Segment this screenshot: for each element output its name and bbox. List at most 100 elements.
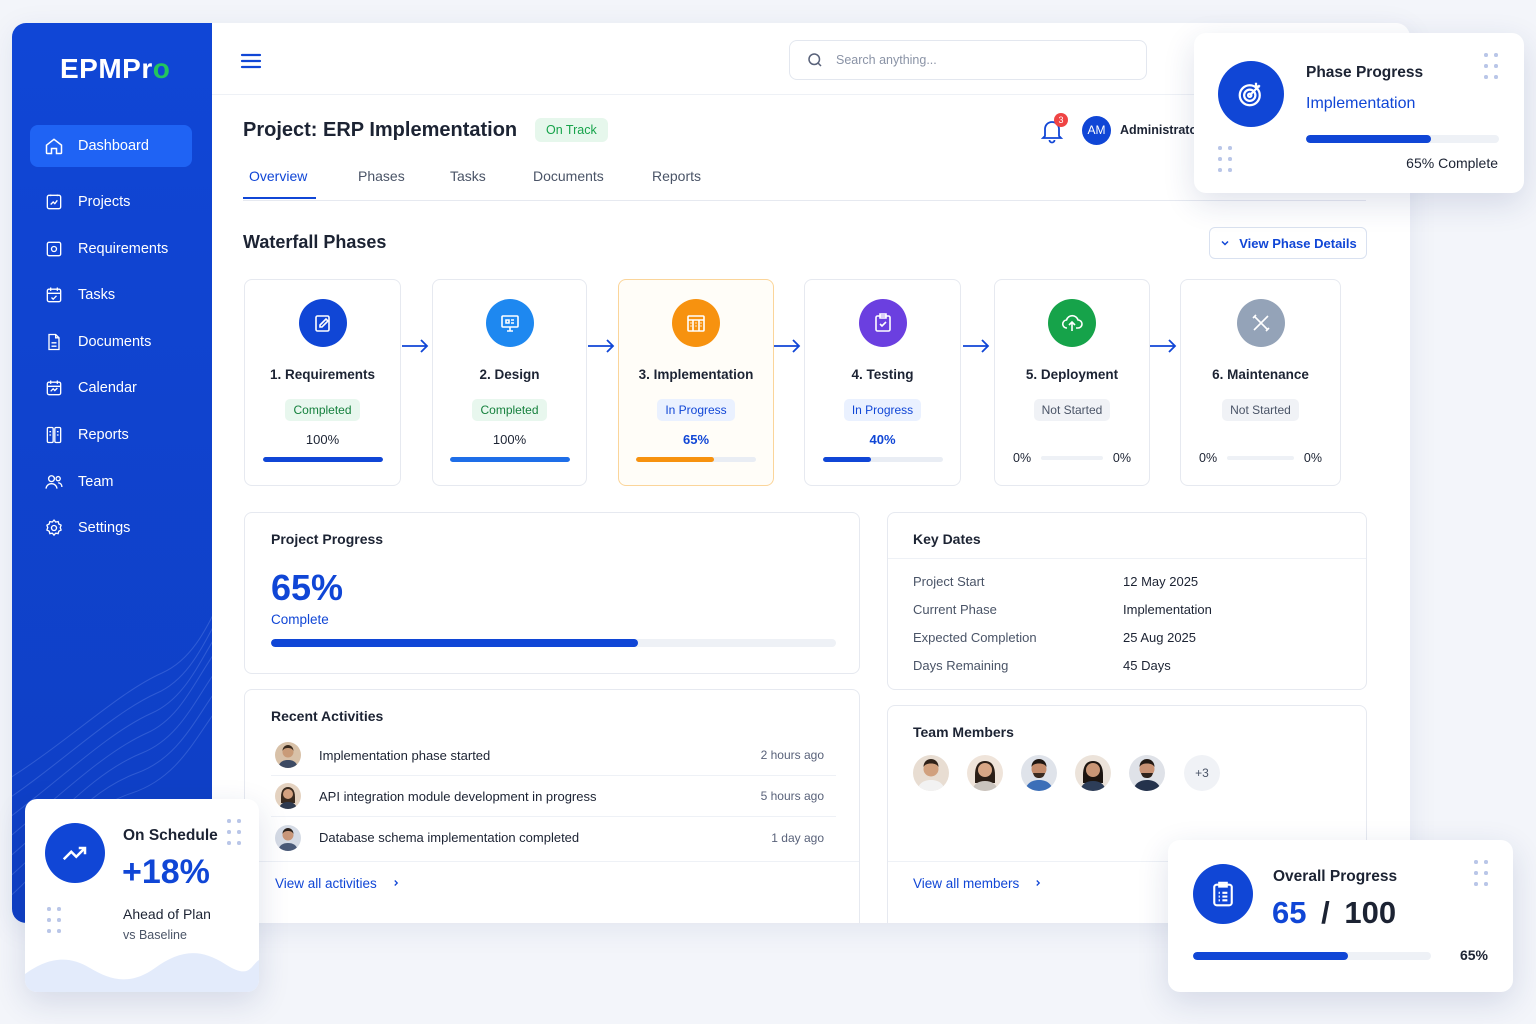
- team-member-avatar[interactable]: [1075, 755, 1111, 791]
- sidebar-item-label: Requirements: [78, 240, 169, 257]
- brand-logo[interactable]: EPMPro: [60, 53, 170, 85]
- phase-status-badge: Completed: [285, 399, 360, 421]
- phase-status-badge: Completed: [472, 399, 547, 421]
- phase-name: 5. Deployment: [1025, 367, 1119, 382]
- team-member-avatar[interactable]: [1021, 755, 1057, 791]
- tasks-icon: [46, 287, 62, 303]
- notification-count: 3: [1054, 113, 1068, 127]
- key-date-value: 45 Days: [1123, 658, 1171, 673]
- phase-percent: 100%: [492, 432, 527, 447]
- active-tab-indicator: [243, 197, 316, 199]
- card-title: Phase Progress: [1306, 64, 1424, 81]
- team-member-avatar[interactable]: [1129, 755, 1165, 791]
- phase-card-design[interactable]: 2. Design Completed 100%: [432, 279, 587, 486]
- project-progress-bar: [271, 639, 836, 647]
- sidebar-item-label: Projects: [78, 194, 131, 210]
- notifications-button[interactable]: 3: [1040, 113, 1068, 144]
- sidebar-item-documents[interactable]: Documents: [30, 321, 192, 363]
- project-progress-value: 65%: [271, 567, 344, 608]
- sidebar-item-projects[interactable]: Projects: [30, 181, 192, 223]
- view-all-activities-link[interactable]: View all activities: [275, 876, 401, 891]
- drag-handle-icon[interactable]: [1474, 860, 1490, 888]
- phase-card-deployment[interactable]: 5. Deployment Not Started 0% 0%: [994, 279, 1150, 486]
- phase-percent-start: 0%: [1199, 451, 1218, 465]
- sidebar-item-requirements[interactable]: Requirements: [30, 228, 192, 270]
- key-date-label: Expected Completion: [913, 630, 1037, 645]
- target-icon-badge: [1218, 61, 1284, 127]
- activity-item[interactable]: API integration module development in pr…: [271, 776, 836, 817]
- more-members-badge[interactable]: +3: [1184, 755, 1220, 791]
- phase-status-badge: Not Started: [1222, 399, 1299, 421]
- sidebar-item-calendar[interactable]: Calendar: [30, 367, 192, 409]
- home-icon: [45, 138, 63, 155]
- divider: [888, 558, 1366, 559]
- sidebar-item-label: Team: [78, 473, 114, 490]
- team-member-avatar[interactable]: [967, 755, 1003, 791]
- sidebar-item-settings[interactable]: Settings: [30, 507, 192, 549]
- activity-item[interactable]: Database schema implementation completed…: [271, 817, 836, 858]
- schedule-note: vs Baseline: [123, 928, 187, 942]
- drag-handle-icon[interactable]: [1218, 146, 1234, 174]
- phase-name: 6. Maintenance: [1212, 367, 1309, 382]
- brand-name-accent: o: [152, 53, 171, 84]
- view-all-members-link[interactable]: View all members: [913, 876, 1043, 891]
- tab-documents[interactable]: Documents: [533, 168, 604, 200]
- sidebar-item-team[interactable]: Team: [30, 461, 192, 503]
- view-phase-details-button[interactable]: View Phase Details: [1209, 227, 1367, 259]
- phase-card-implementation[interactable]: 3. Implementation In Progress 65%: [618, 279, 774, 486]
- sidebar-item-dashboard[interactable]: Dashboard: [30, 125, 192, 167]
- drag-handle-icon[interactable]: [47, 907, 63, 935]
- phase-progress-bar: [449, 457, 570, 462]
- arrow-right-icon: [588, 339, 615, 353]
- decorative-wave: [25, 953, 259, 992]
- project-progress-fill: [271, 639, 639, 647]
- card-title: Key Dates: [913, 531, 981, 547]
- search-input[interactable]: [836, 53, 1136, 67]
- sidebar-nav: Dashboard Projects Requirements Tasks Do…: [30, 125, 192, 554]
- overall-progress-card: Overall Progress 65 / 100 65%: [1168, 840, 1513, 992]
- drag-handle-icon[interactable]: [227, 819, 243, 847]
- projects-icon: [46, 194, 62, 210]
- tab-tasks[interactable]: Tasks: [450, 168, 486, 200]
- project-progress-card: Project Progress 65% Complete: [244, 512, 860, 674]
- sidebar-item-tasks[interactable]: Tasks: [30, 274, 192, 316]
- user-avatar[interactable]: AM: [1082, 116, 1111, 145]
- phase-icon-badge: [858, 299, 907, 347]
- key-date-value: Implementation: [1123, 602, 1212, 617]
- requirements-icon: [46, 241, 62, 256]
- phase-icon-badge: [298, 299, 347, 347]
- tab-phases[interactable]: Phases: [358, 168, 405, 200]
- team-member-avatar[interactable]: [913, 755, 949, 791]
- status-badge: On Track: [535, 118, 608, 142]
- overall-score: 65 / 100: [1272, 895, 1396, 931]
- phase-card-testing[interactable]: 4. Testing In Progress 40%: [804, 279, 961, 486]
- activity-item[interactable]: Implementation phase started 2 hours ago: [271, 735, 836, 776]
- recent-activities-card: Recent Activities Implementation phase s…: [244, 689, 860, 923]
- building-icon: [687, 315, 705, 332]
- activity-time: 5 hours ago: [760, 789, 824, 803]
- key-date-label: Days Remaining: [913, 658, 1009, 673]
- activity-time: 2 hours ago: [760, 748, 824, 762]
- tab-reports[interactable]: Reports: [652, 168, 701, 200]
- drag-handle-icon[interactable]: [1484, 53, 1500, 81]
- sidebar-item-reports[interactable]: Reports: [30, 414, 192, 456]
- phase-status-badge: In Progress: [657, 399, 735, 421]
- link-label: View all activities: [275, 876, 377, 891]
- phase-progress-bar: [636, 457, 756, 462]
- user-name[interactable]: Administrator: [1120, 123, 1202, 137]
- phase-progress-fill: [636, 457, 714, 462]
- phase-card-maintenance[interactable]: 6. Maintenance Not Started 0% 0%: [1180, 279, 1341, 486]
- menu-icon[interactable]: [240, 53, 262, 69]
- phase-name: 4. Testing: [851, 367, 914, 382]
- phase-progress-card: Phase Progress Implementation 65% Comple…: [1194, 33, 1524, 193]
- phase-percent: 100%: [305, 432, 340, 447]
- phase-progress-percent: 65% Complete: [1406, 155, 1498, 171]
- phase-progress-bar: [1041, 456, 1103, 460]
- sidebar-item-label: Dashboard: [78, 138, 149, 154]
- brand-name: EPMPr: [60, 53, 153, 84]
- phase-progress-fill: [262, 457, 383, 462]
- tab-overview[interactable]: Overview: [249, 168, 307, 200]
- phase-card-requirements[interactable]: 1. Requirements Completed 100%: [244, 279, 401, 486]
- page-title: Project: ERP Implementation: [243, 119, 518, 141]
- phase-progress-bar: [1306, 135, 1499, 143]
